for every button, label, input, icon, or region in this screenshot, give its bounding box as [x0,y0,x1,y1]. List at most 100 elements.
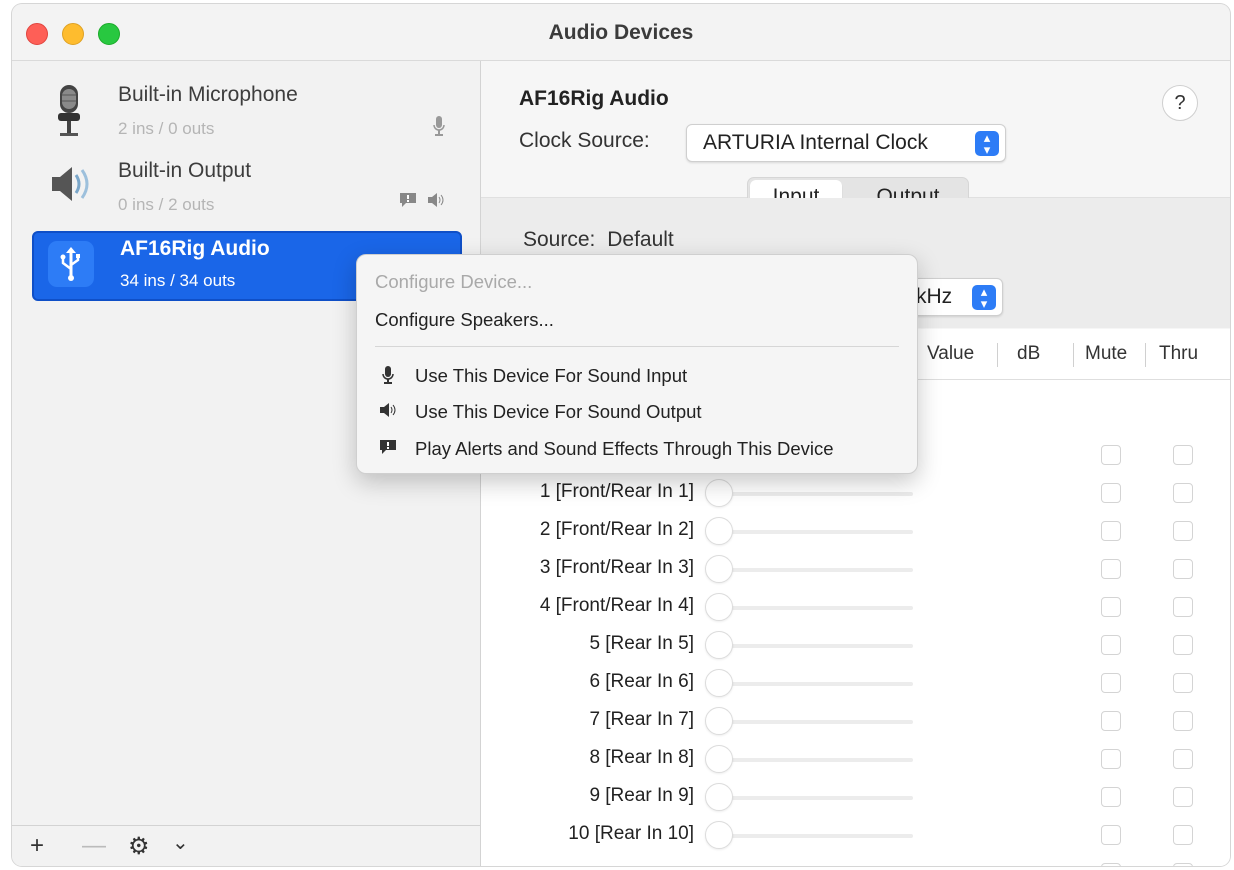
table-row: 3 [Front/Rear In 3] [481,551,1230,589]
mute-checkbox[interactable] [1101,521,1121,541]
microphone-icon [46,83,92,139]
device-io-count: 2 ins / 0 outs [118,119,215,138]
mute-checkbox[interactable] [1101,711,1121,731]
mute-checkbox[interactable] [1101,749,1121,769]
volume-slider-knob[interactable] [705,745,733,773]
column-mute: Mute [1085,343,1128,364]
channel-label: 1 [Front/Rear In 1] [539,481,694,502]
table-row: 10 [Rear In 10] [481,817,1230,855]
device-io-count: 34 ins / 34 outs [120,271,236,290]
volume-slider-knob[interactable] [705,593,733,621]
thru-checkbox[interactable] [1173,787,1193,807]
volume-slider-knob[interactable] [705,821,733,849]
mute-checkbox[interactable] [1101,445,1121,465]
mute-checkbox[interactable] [1101,825,1121,845]
menu-item-play-alerts[interactable]: Play Alerts and Sound Effects Through Th… [415,438,834,460]
gear-icon[interactable]: ⚙ [128,832,150,861]
thru-checkbox[interactable] [1173,559,1193,579]
mute-checkbox[interactable] [1101,863,1121,866]
thru-checkbox[interactable] [1173,711,1193,731]
table-row: 7 [Rear In 7] [481,703,1230,741]
channel-label: 5 [Rear In 5] [589,633,694,654]
volume-slider-knob[interactable] [705,707,733,735]
thru-checkbox[interactable] [1173,521,1193,541]
table-row: 2 [Front/Rear In 2] [481,513,1230,551]
mute-checkbox[interactable] [1101,597,1121,617]
remove-device-button[interactable]: — [82,832,106,860]
volume-slider-knob[interactable] [705,479,733,507]
device-io-count: 0 ins / 2 outs [118,195,215,214]
mic-small-icon [432,115,446,142]
device-name: Built-in Microphone [118,83,298,106]
column-db: dB [1017,343,1041,364]
menu-item-use-for-input[interactable]: Use This Device For Sound Input [415,365,687,387]
speaker-icon [377,401,399,424]
mute-checkbox[interactable] [1101,483,1121,503]
format-value: kHz [916,285,953,308]
table-row [481,855,1230,866]
device-item-built-in-output[interactable]: Built-in Output 0 ins / 2 outs [32,153,458,223]
volume-slider-knob[interactable] [705,631,733,659]
speaker-icon [46,159,92,215]
volume-slider-knob[interactable] [705,517,733,545]
mute-checkbox[interactable] [1101,787,1121,807]
source-label: Source: Default [523,228,674,252]
thru-checkbox[interactable] [1173,635,1193,655]
window-title: Audio Devices [548,21,694,44]
device-name: Built-in Output [118,159,252,182]
microphone-icon [377,365,399,390]
device-item-built-in-microphone[interactable]: Built-in Microphone 2 ins / 0 outs [32,77,458,147]
device-context-menu: Configure Device... Configure Speakers..… [356,254,918,474]
popup-stepper-icon: ▴ ▾ [972,285,996,310]
channel-label: 6 [Rear In 6] [589,671,694,692]
thru-checkbox[interactable] [1173,597,1193,617]
help-button[interactable]: ? [1162,85,1198,121]
volume-slider-knob[interactable] [705,783,733,811]
alert-icon [398,191,418,214]
menu-item-configure-speakers[interactable]: Configure Speakers... [375,309,554,331]
table-row: 4 [Front/Rear In 4] [481,589,1230,627]
device-title: AF16Rig Audio [519,87,669,110]
column-thru: Thru [1159,343,1199,364]
speaker-small-icon [426,191,446,214]
mute-checkbox[interactable] [1101,559,1121,579]
chevron-down-icon[interactable]: ⌄ [172,830,189,855]
menu-item-configure-device[interactable]: Configure Device... [375,271,532,293]
channel-label: 2 [Front/Rear In 2] [539,519,694,540]
clock-source-popup[interactable]: ARTURIA Internal Clock ▴ ▾ [686,124,1006,162]
sidebar-footer: + — ⚙ ⌄ [12,825,480,866]
channel-label: 7 [Rear In 7] [589,709,694,730]
table-row: 1 [Front/Rear In 1] [481,475,1230,513]
mute-checkbox[interactable] [1101,673,1121,693]
clock-source-value: ARTURIA Internal Clock [703,131,928,154]
channel-label: 9 [Rear In 9] [589,785,694,806]
channel-label: 3 [Front/Rear In 3] [539,557,694,578]
menu-item-use-for-output[interactable]: Use This Device For Sound Output [415,401,702,423]
mute-checkbox[interactable] [1101,635,1121,655]
menu-separator [375,346,899,347]
volume-slider-knob[interactable] [705,555,733,583]
column-value: Value [927,343,975,364]
table-row: 5 [Rear In 5] [481,627,1230,665]
alert-icon [377,438,399,461]
add-device-button[interactable]: + [30,832,44,860]
table-row: 9 [Rear In 9] [481,779,1230,817]
thru-checkbox[interactable] [1173,749,1193,769]
thru-checkbox[interactable] [1173,673,1193,693]
title-bar: Audio Devices [12,4,1230,61]
clock-source-label: Clock Source: [519,129,650,152]
thru-checkbox[interactable] [1173,445,1193,465]
thru-checkbox[interactable] [1173,483,1193,503]
thru-checkbox[interactable] [1173,825,1193,845]
device-name: AF16Rig Audio [120,237,270,260]
volume-slider-knob[interactable] [705,669,733,697]
usb-icon [48,241,94,287]
channel-label: 8 [Rear In 8] [589,747,694,768]
channel-label: 10 [Rear In 10] [568,823,694,844]
table-row: 8 [Rear In 8] [481,741,1230,779]
source-label-text: Source: [523,228,596,251]
thru-checkbox[interactable] [1173,863,1193,866]
source-value: Default [607,228,674,251]
channel-label: 4 [Front/Rear In 4] [539,595,694,616]
table-row: 6 [Rear In 6] [481,665,1230,703]
